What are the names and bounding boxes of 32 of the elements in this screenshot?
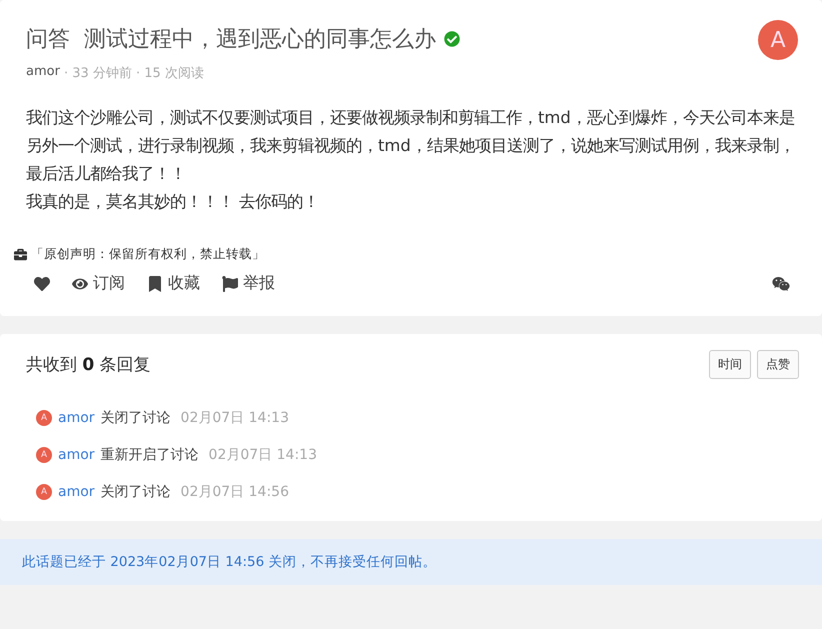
avatar: A [36,484,52,500]
flag-icon [222,276,238,292]
bookmark-icon [147,276,163,292]
topic-title: 问答 测试过程中，遇到恶心的同事怎么办 [26,26,436,54]
event-text: 关闭了讨论 [100,483,171,501]
topic-body: 我们这个沙雕公司，测试不仅要测试项目，还要做视频录制和剪辑工作，tmd，恶心到爆炸，今天公司本来是另外一个测试，进行录制视频，我来剪辑视频的，tmd，结果她项目送测了，说她来写测试用例，我来录制，最后活儿都给我了！！ 我真的是，莫名其妙的！！！ 去你码的！ [26,107,796,213]
wechat-icon[interactable] [772,274,790,292]
action-link[interactable]: 订阅 [72,273,125,294]
action-link[interactable]: 收藏 [147,273,200,294]
sort-button[interactable]: 时间 [709,350,751,379]
heart-icon [34,276,50,292]
event-time: 02月07日 14:13 [180,409,289,427]
avatar: A [758,20,798,60]
sort-button[interactable]: 点赞 [757,350,799,379]
event-time: 02月07日 14:56 [180,483,289,501]
user-link[interactable]: amor [58,484,95,500]
like-button[interactable] [34,276,50,292]
avatar: A [36,410,52,426]
eye-icon [72,276,88,292]
copyright-notice: 「原创声明：保留所有权利，禁止转载」 [31,246,265,263]
user-link[interactable]: amor [58,410,95,426]
event-time: 02月07日 14:13 [208,446,317,464]
topic-meta: · 33 分钟前 · 15 次阅读 [64,65,204,82]
author-name: amor [26,64,60,81]
briefcase-icon [14,248,27,261]
event-text: 关闭了讨论 [100,409,171,427]
closed-notice: 此话题已经于 2023年02月07日 14:56 关闭，不再接受任何回帖。 [0,539,822,585]
action-link[interactable]: 举报 [222,273,275,294]
avatar: A [36,447,52,463]
replies-heading: 共收到 0 条回复 [26,354,151,376]
user-link[interactable]: amor [58,447,95,463]
event-text: 重新开启了讨论 [100,446,199,464]
